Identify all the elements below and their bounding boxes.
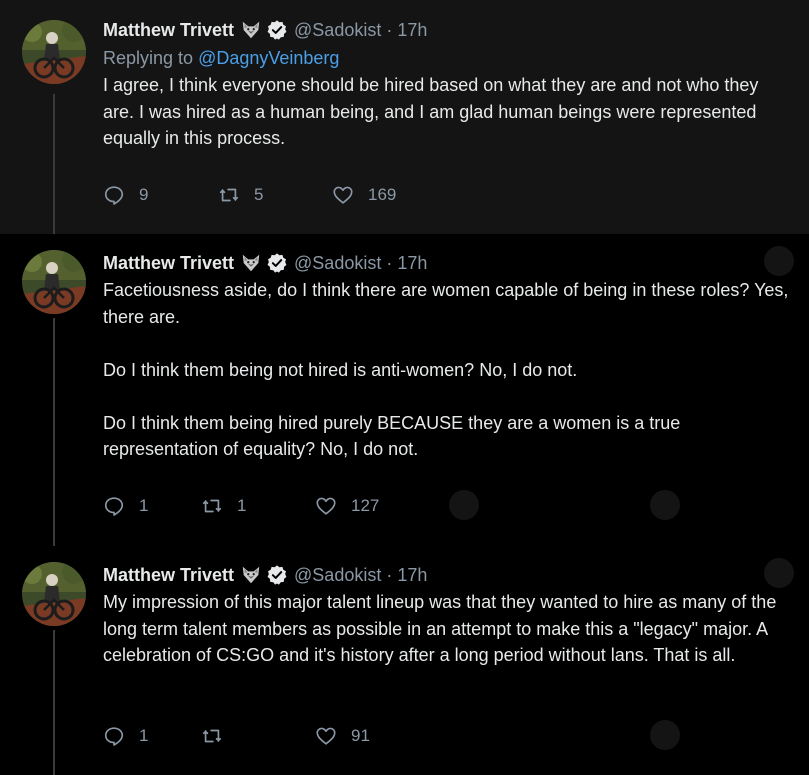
display-name[interactable]: Matthew Trivett bbox=[103, 251, 234, 275]
like-button[interactable]: 169 bbox=[332, 184, 396, 206]
reply-prefix: Replying to bbox=[103, 48, 199, 68]
retweet-button[interactable]: 5 bbox=[218, 184, 332, 206]
tweet-actions: 1 1 127 bbox=[103, 495, 379, 517]
verified-icon bbox=[266, 252, 288, 274]
tweet-text: My impression of this major talent lineu… bbox=[103, 589, 789, 669]
reply-icon bbox=[103, 725, 125, 747]
more-options-button[interactable] bbox=[764, 558, 794, 588]
tweet-header: Matthew Trivett @Sadokist · 17h bbox=[103, 18, 789, 42]
thread-line bbox=[53, 318, 55, 546]
verified-icon bbox=[266, 564, 288, 586]
tweet-text: I agree, I think everyone should be hire… bbox=[103, 72, 789, 152]
tweet-actions: 9 5 169 bbox=[103, 184, 396, 206]
reply-button[interactable]: 1 bbox=[103, 495, 201, 517]
reply-icon bbox=[103, 184, 125, 206]
retweet-icon bbox=[201, 495, 223, 517]
analytics-button[interactable] bbox=[650, 490, 680, 520]
tweet-2[interactable]: Matthew Trivett @Sadokist · 17h Facetiou… bbox=[0, 234, 809, 546]
handle[interactable]: @Sadokist bbox=[294, 563, 381, 587]
reply-count: 9 bbox=[139, 185, 149, 204]
tweet-3[interactable]: Matthew Trivett @Sadokist · 17h My impre… bbox=[0, 546, 809, 775]
separator-dot: · bbox=[386, 565, 393, 585]
separator-dot: · bbox=[386, 20, 393, 40]
tweet-paragraph: I agree, I think everyone should be hire… bbox=[103, 75, 759, 148]
replying-to: Replying to @DagnyVeinberg bbox=[103, 46, 789, 70]
verified-icon bbox=[266, 19, 288, 41]
like-button[interactable]: 127 bbox=[315, 495, 379, 517]
tweet-header: Matthew Trivett @Sadokist · 17h bbox=[103, 251, 789, 275]
fox-emoji-icon bbox=[240, 564, 262, 586]
retweet-icon bbox=[218, 184, 240, 206]
reply-to-link[interactable]: @DagnyVeinberg bbox=[198, 48, 339, 68]
tweet-paragraph: My impression of this major talent lineu… bbox=[103, 592, 777, 665]
fox-emoji-icon bbox=[240, 252, 262, 274]
like-count: 127 bbox=[351, 496, 380, 515]
like-button[interactable]: 91 bbox=[315, 725, 370, 747]
reply-count: 1 bbox=[139, 726, 149, 745]
heart-icon bbox=[332, 184, 354, 206]
timestamp[interactable]: 17h bbox=[397, 251, 427, 275]
avatar[interactable] bbox=[22, 562, 86, 626]
retweet-icon bbox=[201, 725, 223, 747]
thread-line bbox=[53, 94, 55, 234]
more-options-button[interactable] bbox=[764, 246, 794, 276]
like-count: 91 bbox=[351, 726, 370, 745]
handle[interactable]: @Sadokist bbox=[294, 18, 381, 42]
avatar[interactable] bbox=[22, 20, 86, 84]
reply-button[interactable]: 1 bbox=[103, 725, 201, 747]
reply-button[interactable]: 9 bbox=[103, 184, 218, 206]
tweet-header: Matthew Trivett @Sadokist · 17h bbox=[103, 563, 789, 587]
timestamp[interactable]: 17h bbox=[397, 18, 427, 42]
retweet-count: 1 bbox=[237, 496, 247, 515]
share-button[interactable] bbox=[449, 490, 479, 520]
thread-line bbox=[53, 630, 55, 775]
display-name[interactable]: Matthew Trivett bbox=[103, 563, 234, 587]
tweet-paragraph: Do I think them being hired purely BECAU… bbox=[103, 412, 681, 460]
tweet-actions: 1 91 bbox=[103, 725, 370, 747]
retweet-count: 5 bbox=[254, 185, 264, 204]
fox-emoji-icon bbox=[240, 19, 262, 41]
separator-dot: · bbox=[386, 253, 393, 273]
reply-count: 1 bbox=[139, 496, 149, 515]
tweet-1[interactable]: Matthew Trivett @Sadokist · 17h Replying… bbox=[0, 0, 809, 234]
analytics-button[interactable] bbox=[650, 720, 680, 750]
retweet-button[interactable] bbox=[201, 725, 315, 747]
tweet-text: Facetiousness aside, do I think there ar… bbox=[103, 277, 789, 463]
heart-icon bbox=[315, 495, 337, 517]
reply-icon bbox=[103, 495, 125, 517]
display-name[interactable]: Matthew Trivett bbox=[103, 18, 234, 42]
timestamp[interactable]: 17h bbox=[397, 563, 427, 587]
handle[interactable]: @Sadokist bbox=[294, 251, 381, 275]
heart-icon bbox=[315, 725, 337, 747]
tweet-paragraph: Facetiousness aside, do I think there ar… bbox=[103, 280, 789, 327]
avatar[interactable] bbox=[22, 250, 86, 314]
tweet-paragraph: Do I think them being not hired is anti-… bbox=[103, 359, 578, 380]
retweet-button[interactable]: 1 bbox=[201, 495, 315, 517]
like-count: 169 bbox=[368, 185, 397, 204]
